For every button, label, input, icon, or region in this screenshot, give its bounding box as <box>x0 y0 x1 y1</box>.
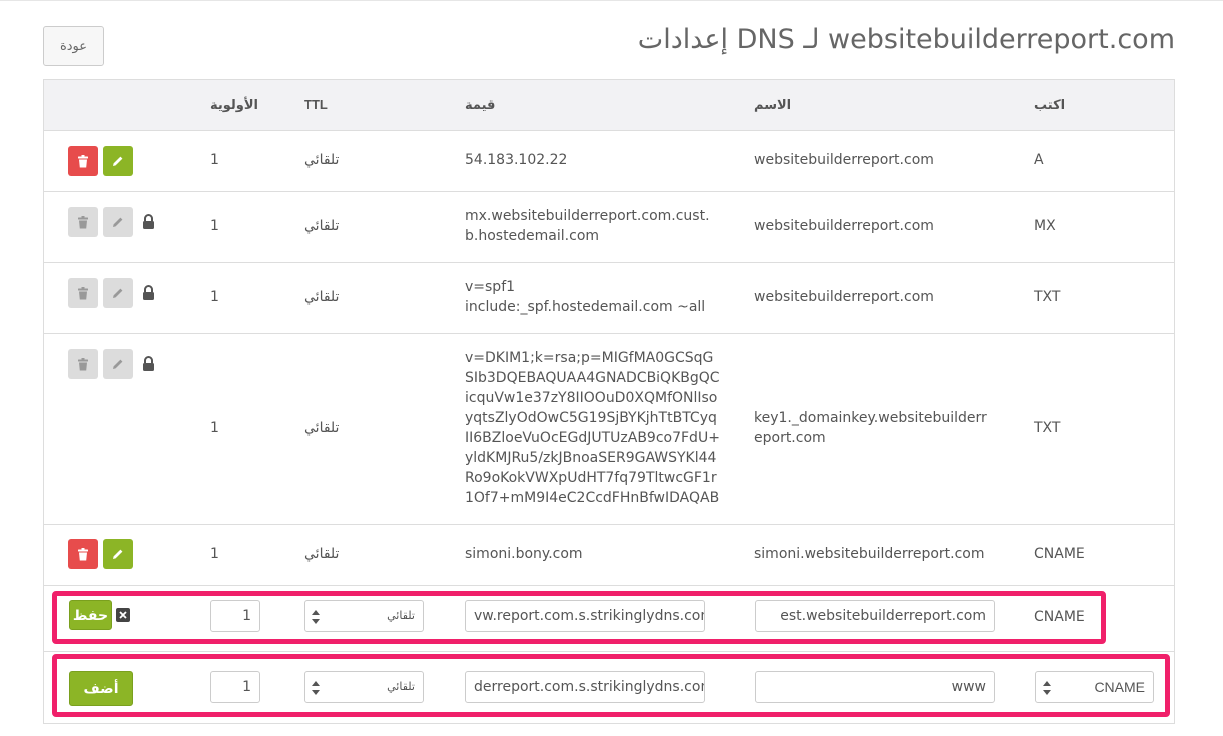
edit-button <box>103 278 133 308</box>
record-value: mx.websitebuilderreport.com.cust.b.hoste… <box>465 208 710 244</box>
lock-icon <box>143 285 154 300</box>
record-ttl: تلقائي <box>304 218 340 234</box>
pencil-icon <box>113 359 123 369</box>
delete-button <box>68 207 98 237</box>
record-value: v=spf1 include:_spf.hostedemail.com ~all <box>465 279 706 315</box>
edit-button <box>103 207 133 237</box>
record-name: simoni.websitebuilderreport.com <box>754 546 985 562</box>
trash-icon <box>78 286 88 299</box>
lock-icon <box>143 356 154 371</box>
record-name: key1._domainkey.websitebuilderreport.com <box>754 410 987 446</box>
record-value: simoni.bony.com <box>465 546 583 562</box>
record-type: TXT <box>1034 420 1061 436</box>
top-divider <box>0 0 1223 1</box>
delete-button <box>68 349 98 379</box>
record-priority: 1 <box>210 152 219 168</box>
header-ttl: TTL <box>304 97 328 112</box>
header-type: اكتب <box>1034 97 1066 112</box>
header-priority: الأولوية <box>210 97 259 112</box>
header-value: قيمة <box>465 97 496 112</box>
delete-button[interactable] <box>68 146 98 176</box>
record-type: MX <box>1034 218 1056 234</box>
trash-icon <box>78 357 88 370</box>
pencil-icon <box>113 156 123 166</box>
record-value: v=DKIM1;k=rsa;p=MIGfMA0GCSqGSIb3DQEBAQUA… <box>465 350 720 506</box>
record-name: websitebuilderreport.com <box>754 289 934 305</box>
table-row: 1 تلقائي simoni.bony.com simoni.websiteb… <box>44 524 1174 586</box>
record-name: websitebuilderreport.com <box>754 218 934 234</box>
record-priority: 1 <box>210 289 219 305</box>
record-priority: 1 <box>210 420 219 436</box>
pencil-icon <box>113 217 123 227</box>
back-button[interactable]: عودة <box>43 26 104 66</box>
record-value: 54.183.102.22 <box>465 152 568 168</box>
pencil-icon <box>113 288 123 298</box>
record-ttl: تلقائي <box>304 152 340 168</box>
trash-icon <box>78 154 88 167</box>
table-row: 1 تلقائي v=DKIM1;k=rsa;p=MIGfMA0GCSqGSIb… <box>44 333 1174 525</box>
trash-icon <box>78 547 88 560</box>
record-ttl: تلقائي <box>304 546 340 562</box>
page-title: إعدادات DNS لـ websitebuilderreport.com <box>637 24 1175 55</box>
header-name: الاسم <box>754 97 792 112</box>
record-name: websitebuilderreport.com <box>754 152 934 168</box>
lock-icon <box>143 214 154 229</box>
edit-button[interactable] <box>103 146 133 176</box>
record-ttl: تلقائي <box>304 420 340 436</box>
table-row: 1 تلقائي 54.183.102.22 websitebuilderrep… <box>44 130 1174 192</box>
highlight-edit-row <box>52 591 1106 644</box>
record-type: CNAME <box>1034 546 1085 562</box>
edit-button[interactable] <box>103 539 133 569</box>
highlight-add-row <box>52 654 1170 717</box>
table-row: 1 تلقائي mx.websitebuilderreport.com.cus… <box>44 191 1174 263</box>
record-priority: 1 <box>210 546 219 562</box>
delete-button <box>68 278 98 308</box>
table-row: 1 تلقائي v=spf1 include:_spf.hostedemail… <box>44 262 1174 334</box>
table-header: اكتب الاسم قيمة TTL الأولوية <box>44 80 1174 131</box>
record-type: TXT <box>1034 289 1061 305</box>
pencil-icon <box>113 549 123 559</box>
record-ttl: تلقائي <box>304 289 340 305</box>
edit-button <box>103 349 133 379</box>
trash-icon <box>78 215 88 228</box>
delete-button[interactable] <box>68 539 98 569</box>
record-type: A <box>1034 152 1044 168</box>
record-priority: 1 <box>210 218 219 234</box>
